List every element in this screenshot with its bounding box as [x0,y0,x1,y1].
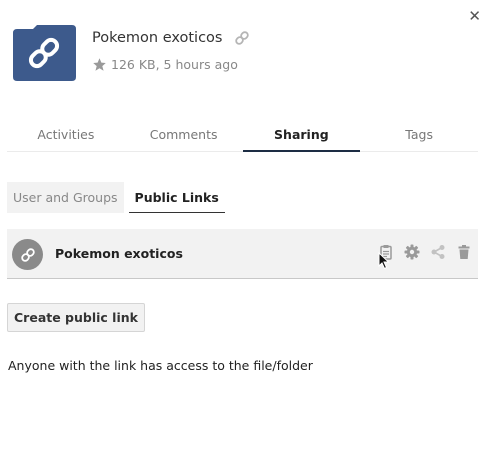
share-icon[interactable] [430,244,446,260]
link-file-icon [11,25,78,81]
tab-bar: Activities Comments Sharing Tags [7,124,478,152]
star-icon[interactable] [92,57,107,72]
file-title: Pokemon exoticos [92,30,223,46]
sharing-subtabs: User and Groups Public Links [7,182,230,213]
tab-tags[interactable]: Tags [360,124,478,151]
public-link-row: Pokemon exoticos [7,229,478,279]
public-link-name: Pokemon exoticos [55,246,183,261]
tab-comments[interactable]: Comments [125,124,243,151]
subtab-public-links[interactable]: Public Links [128,182,225,213]
subtab-user-and-groups[interactable]: User and Groups [7,182,124,213]
tab-activities[interactable]: Activities [7,124,125,151]
close-icon[interactable]: ✕ [468,9,481,24]
trash-icon[interactable] [456,244,472,260]
public-link-info-text: Anyone with the link has access to the f… [8,358,313,373]
link-icon[interactable] [234,30,250,46]
gear-icon[interactable] [404,244,420,260]
mouse-pointer-icon [378,251,390,270]
tab-sharing[interactable]: Sharing [242,124,361,152]
link-avatar-icon [12,239,43,270]
create-public-link-button[interactable]: Create public link [7,303,145,332]
file-meta: 126 KB, 5 hours ago [111,57,238,72]
